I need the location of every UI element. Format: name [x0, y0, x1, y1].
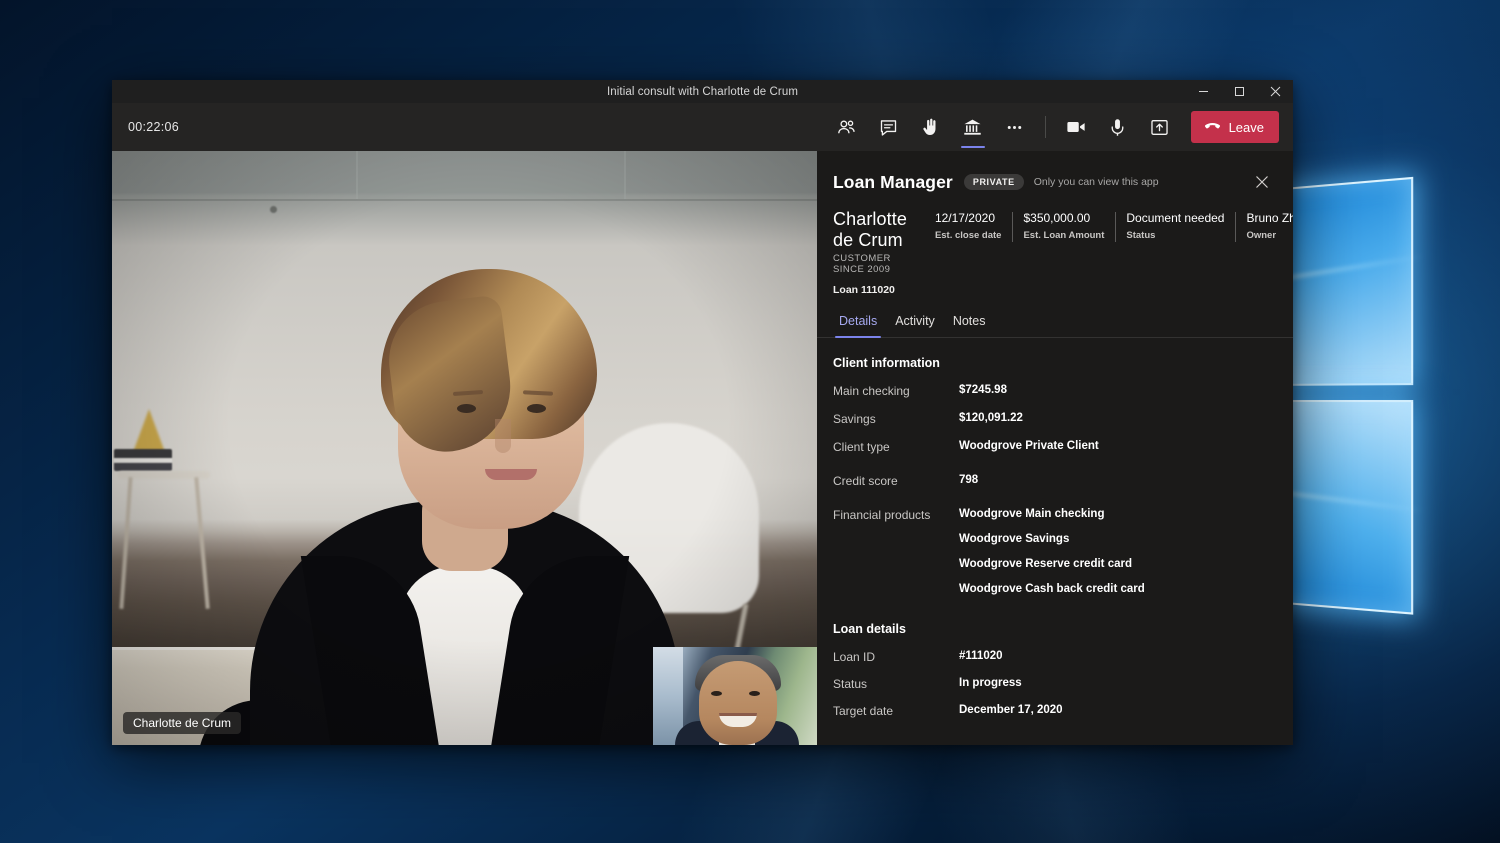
fact-value: 12/17/2020 — [934, 211, 995, 225]
row-label: Main checking — [833, 384, 910, 399]
tab-notes[interactable]: Notes — [947, 312, 992, 337]
client-fact-strip: 12/17/2020 Est. close date $350,000.00 E… — [935, 209, 1293, 242]
row-label: Financial products — [833, 508, 931, 523]
row-credit-score: Credit score 798 — [833, 474, 1277, 488]
fact-owner: Bruno Zhao Owner — [1235, 211, 1293, 242]
financial-product-item: Woodgrove Cash back credit card — [959, 583, 1145, 596]
row-financial-products: Financial products Woodgrove Main checki… — [833, 508, 1277, 595]
row-label: Client type — [833, 440, 890, 455]
client-identity: Charlotte de Crum CUSTOMER SINCE 2009 Lo… — [833, 209, 935, 296]
row-label: Credit score — [833, 474, 898, 489]
bank-icon[interactable] — [954, 110, 992, 148]
meeting-body: Charlotte de Crum Loan Manager PRIVATE O… — [112, 151, 1293, 745]
fact-value: Bruno Zhao — [1246, 211, 1293, 225]
title-bar: Initial consult with Charlotte de Crum — [112, 80, 1293, 103]
fact-value: $350,000.00 — [1023, 211, 1091, 225]
share-screen-icon[interactable] — [1141, 110, 1179, 144]
client-header: Charlotte de Crum CUSTOMER SINCE 2009 Lo… — [817, 195, 1293, 296]
hangup-icon — [1203, 116, 1222, 138]
people-icon[interactable] — [828, 110, 866, 144]
section-title-loan-details: Loan details — [833, 622, 906, 637]
fact-label: Est. close date — [934, 230, 1002, 241]
row-main-checking: Main checking $7245.98 — [833, 384, 1277, 398]
fact-status: Document needed Status — [1115, 211, 1235, 242]
panel-tabs: Details Activity Notes — [817, 296, 1293, 339]
visibility-note: Only you can view this app — [1033, 176, 1159, 188]
more-options-icon[interactable] — [996, 110, 1034, 144]
maximize-button[interactable] — [1221, 80, 1257, 103]
chat-icon[interactable] — [870, 110, 908, 144]
meeting-toolbar-actions: Leave — [826, 110, 1279, 148]
toolbar-divider — [1044, 116, 1046, 138]
window-title: Initial consult with Charlotte de Crum — [606, 85, 799, 98]
participant-eye — [526, 404, 546, 413]
minimize-button[interactable] — [1185, 80, 1221, 103]
client-name: Charlotte de Crum — [833, 209, 907, 250]
panel-title: Loan Manager — [833, 171, 953, 192]
row-label: Status — [833, 677, 868, 692]
fact-value: Document needed — [1126, 211, 1225, 225]
private-badge: PRIVATE — [963, 174, 1024, 190]
row-value: December 17, 2020 — [959, 704, 1063, 717]
row-target-date: Target date December 17, 2020 — [833, 704, 1277, 718]
video-stage[interactable]: Charlotte de Crum — [112, 151, 817, 745]
financial-product-item: Woodgrove Savings — [959, 533, 1070, 546]
self-view-head — [699, 661, 777, 745]
client-since: CUSTOMER SINCE 2009 — [833, 253, 891, 276]
row-value-list: Woodgrove Main checking Woodgrove Saving… — [959, 508, 1145, 595]
tab-details[interactable]: Details — [833, 312, 883, 339]
row-value: Woodgrove Private Client — [959, 440, 1099, 453]
row-value: $120,091.22 — [959, 412, 1023, 425]
financial-product-item: Woodgrove Main checking — [959, 508, 1105, 521]
row-value: In progress — [959, 677, 1022, 690]
panel-content[interactable]: Client information Main checking $7245.9… — [817, 338, 1293, 745]
fact-label: Owner — [1246, 230, 1277, 241]
leave-button[interactable]: Leave — [1190, 111, 1279, 143]
panel-header: Loan Manager PRIVATE Only you can view t… — [817, 151, 1293, 195]
close-button[interactable] — [1257, 80, 1293, 103]
section-title-client-information: Client information — [833, 356, 940, 371]
client-loan-number: Loan 111020 — [833, 284, 895, 297]
row-label: Savings — [833, 412, 876, 427]
row-value: 798 — [959, 474, 979, 487]
row-loan-id: Loan ID #111020 — [833, 650, 1277, 664]
fact-est-loan-amount: $350,000.00 Est. Loan Amount — [1012, 211, 1115, 242]
meeting-toolbar: 00:22:06 Leave — [112, 103, 1293, 151]
fact-label: Est. Loan Amount — [1023, 230, 1105, 241]
meeting-timer: 00:22:06 — [128, 120, 180, 134]
self-view-eye — [749, 691, 760, 696]
camera-icon[interactable] — [1057, 110, 1095, 144]
row-value: #111020 — [959, 650, 1003, 663]
self-view-eye — [711, 691, 722, 696]
tab-activity[interactable]: Activity — [889, 312, 941, 337]
loan-manager-panel: Loan Manager PRIVATE Only you can view t… — [817, 151, 1293, 745]
row-label: Loan ID — [833, 650, 876, 665]
row-value: $7245.98 — [959, 384, 1007, 397]
fact-est-close-date: 12/17/2020 Est. close date — [935, 211, 1013, 241]
row-client-type: Client type Woodgrove Private Client — [833, 440, 1277, 454]
microphone-icon[interactable] — [1099, 110, 1137, 144]
leave-button-label: Leave — [1228, 119, 1264, 135]
raise-hand-icon[interactable] — [912, 110, 950, 144]
participant-mouth — [484, 469, 537, 480]
row-loan-status: Status In progress — [833, 677, 1277, 691]
participant-eye — [456, 404, 476, 413]
panel-close-button[interactable] — [1249, 169, 1275, 195]
participant-nose — [494, 419, 511, 453]
row-label: Target date — [833, 704, 894, 719]
teams-meeting-window: Initial consult with Charlotte de Crum 0… — [112, 80, 1293, 745]
row-savings: Savings $120,091.22 — [833, 412, 1277, 426]
financial-product-item: Woodgrove Reserve credit card — [959, 558, 1132, 571]
self-view-thumbnail[interactable] — [653, 647, 817, 745]
fact-label: Status — [1126, 230, 1156, 241]
participant-name-badge: Charlotte de Crum — [123, 712, 242, 734]
window-controls — [1185, 80, 1293, 103]
